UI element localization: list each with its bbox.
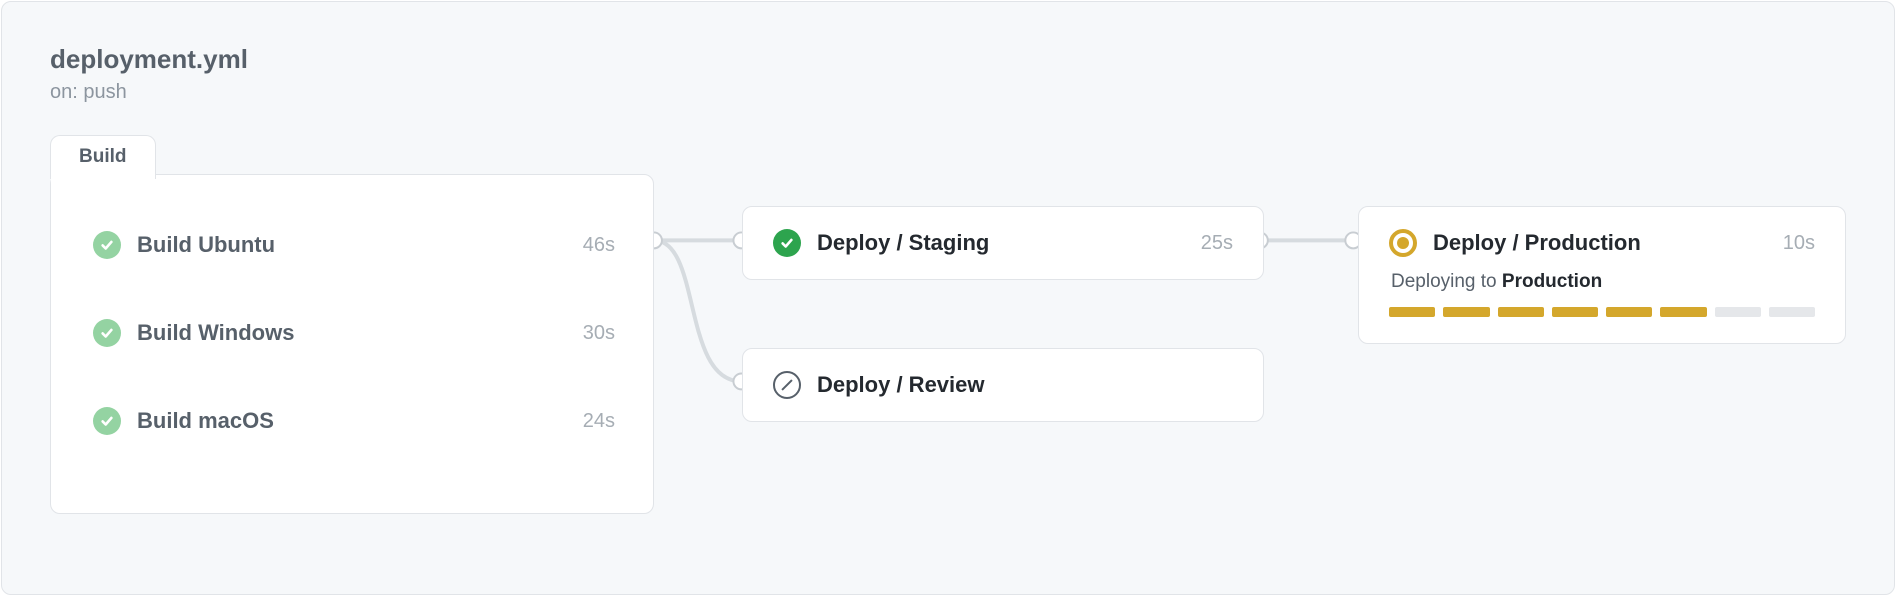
progress-segment [1660,307,1706,317]
check-icon [773,229,801,257]
progress-segment [1389,307,1435,317]
tab-build[interactable]: Build [50,135,156,179]
job-row[interactable]: Build macOS 24s [93,401,615,441]
check-icon [93,407,121,435]
stage-duration: 25s [1201,232,1233,255]
progress-segment [1552,307,1598,317]
progress-segment [1498,307,1544,317]
status-prefix: Deploying to [1391,271,1502,292]
check-icon [93,319,121,347]
stage-status-text: Deploying to Production [1391,271,1815,293]
status-target: Production [1502,271,1602,292]
job-row[interactable]: Build Ubuntu 46s [93,225,615,265]
stage-title: Deploy / Review [817,372,1233,398]
progress-segment [1443,307,1489,317]
tab-build-label: Build [79,146,127,167]
stage-title: Deploy / Staging [817,230,1201,256]
progress-segment [1769,307,1815,317]
job-duration: 24s [583,410,615,433]
job-name: Build macOS [137,408,583,434]
job-name: Build Ubuntu [137,232,583,258]
job-duration: 46s [583,234,615,257]
running-icon [1389,229,1417,257]
progress-segment [1606,307,1652,317]
skip-icon [773,371,801,399]
workflow-title: deployment.yml [50,44,248,75]
progress-segment [1715,307,1761,317]
build-group[interactable]: Build Build Ubuntu 46s Build Windows 30s… [50,174,654,514]
stage-production[interactable]: Deploy / Production 10s Deploying to Pro… [1358,206,1846,344]
check-icon [93,231,121,259]
progress-bar [1389,307,1815,317]
job-row[interactable]: Build Windows 30s [93,313,615,353]
stage-review[interactable]: Deploy / Review [742,348,1264,422]
stage-title: Deploy / Production [1433,230,1783,256]
job-duration: 30s [583,322,615,345]
stage-staging[interactable]: Deploy / Staging 25s [742,206,1264,280]
job-name: Build Windows [137,320,583,346]
workflow-trigger: on: push [50,81,248,104]
workflow-header: deployment.yml on: push [50,44,248,104]
workflow-canvas: deployment.yml on: push Build Build Ubun… [1,1,1895,595]
stage-duration: 10s [1783,232,1815,255]
